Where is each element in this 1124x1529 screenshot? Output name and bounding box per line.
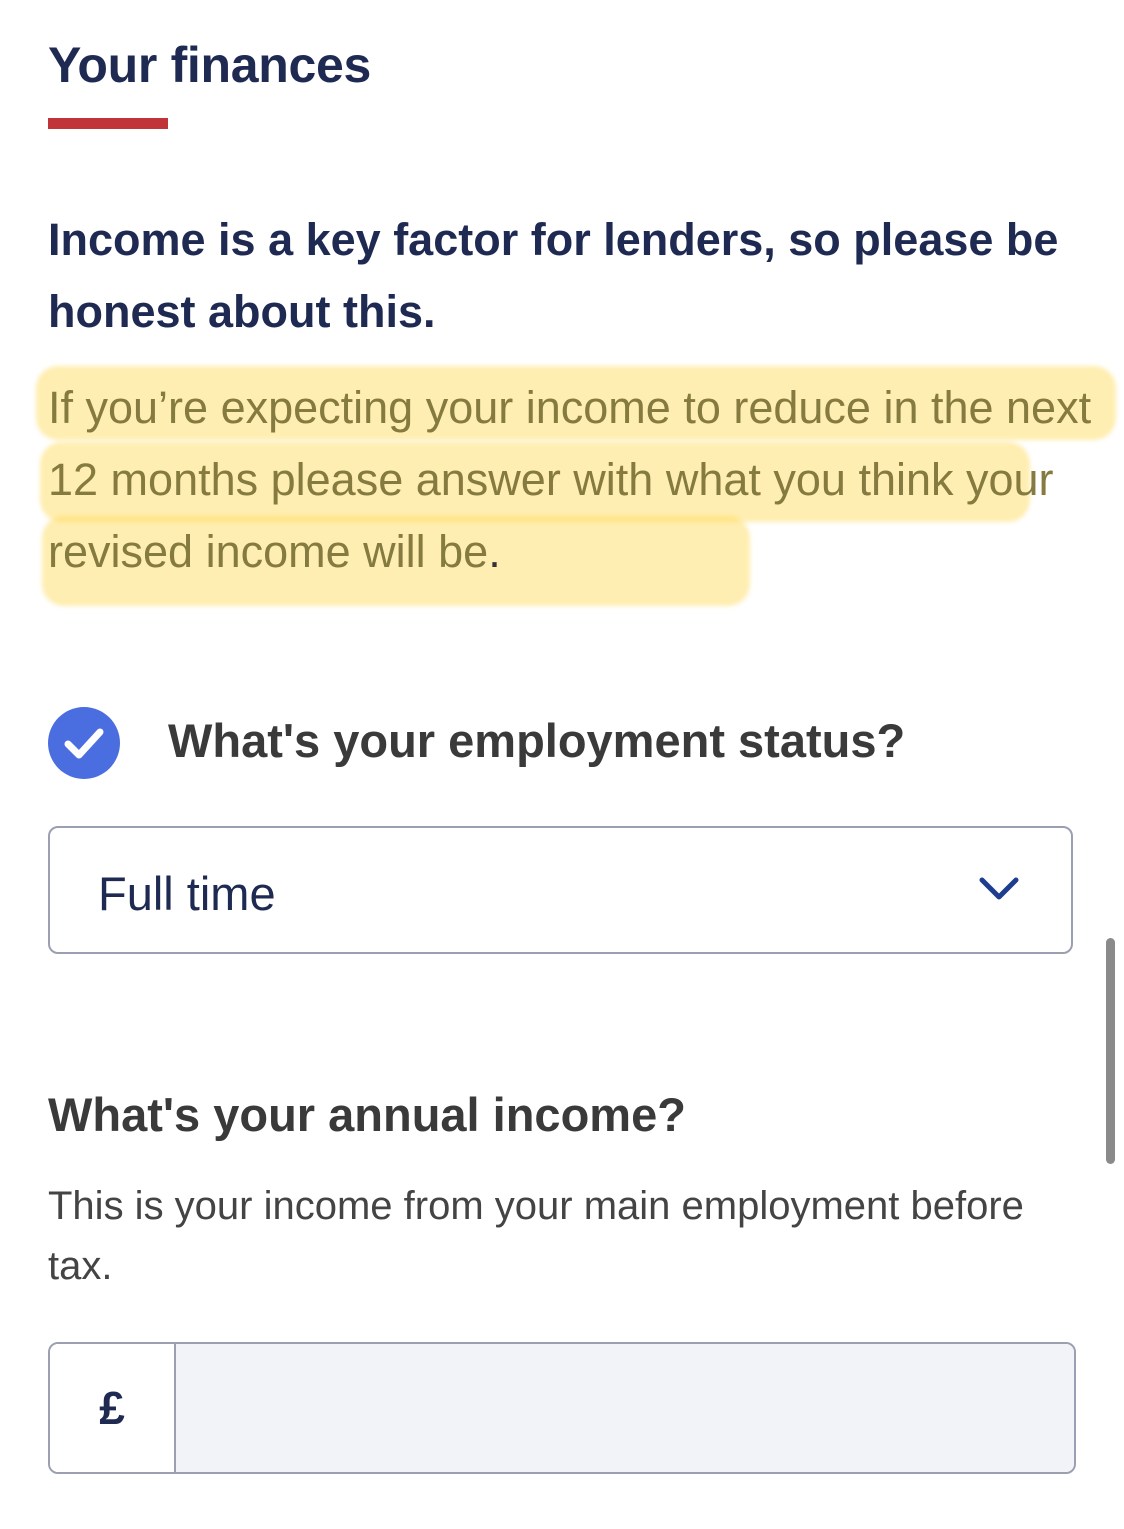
scrollbar[interactable]: [1106, 938, 1115, 1164]
annual-income-hint: This is your income from your main emplo…: [48, 1184, 1024, 1288]
finances-page: Your finances Income is a key factor for…: [0, 0, 1124, 1529]
chevron-down-icon: [979, 877, 1019, 900]
employment-status-select[interactable]: Full time: [48, 826, 1073, 954]
section-title: Your finances: [48, 37, 372, 93]
annual-income-label: What's your annual income?: [48, 1088, 686, 1141]
title-underline: [48, 118, 168, 129]
income-reduction-note: If you’re expecting your income to reduc…: [48, 372, 1108, 588]
check-circle-icon: [48, 707, 120, 779]
currency-prefix: £: [50, 1344, 176, 1472]
lead-text: Income is a key factor for lenders, so p…: [48, 214, 1059, 337]
employment-status-value: Full time: [98, 867, 276, 920]
note-period: .: [488, 526, 501, 577]
highlighted-note-text: If you’re expecting your income to reduc…: [48, 382, 1092, 577]
annual-income-input[interactable]: [176, 1344, 1074, 1472]
annual-income-field[interactable]: £: [48, 1342, 1076, 1474]
employment-status-label: What's your employment status?: [168, 714, 906, 767]
